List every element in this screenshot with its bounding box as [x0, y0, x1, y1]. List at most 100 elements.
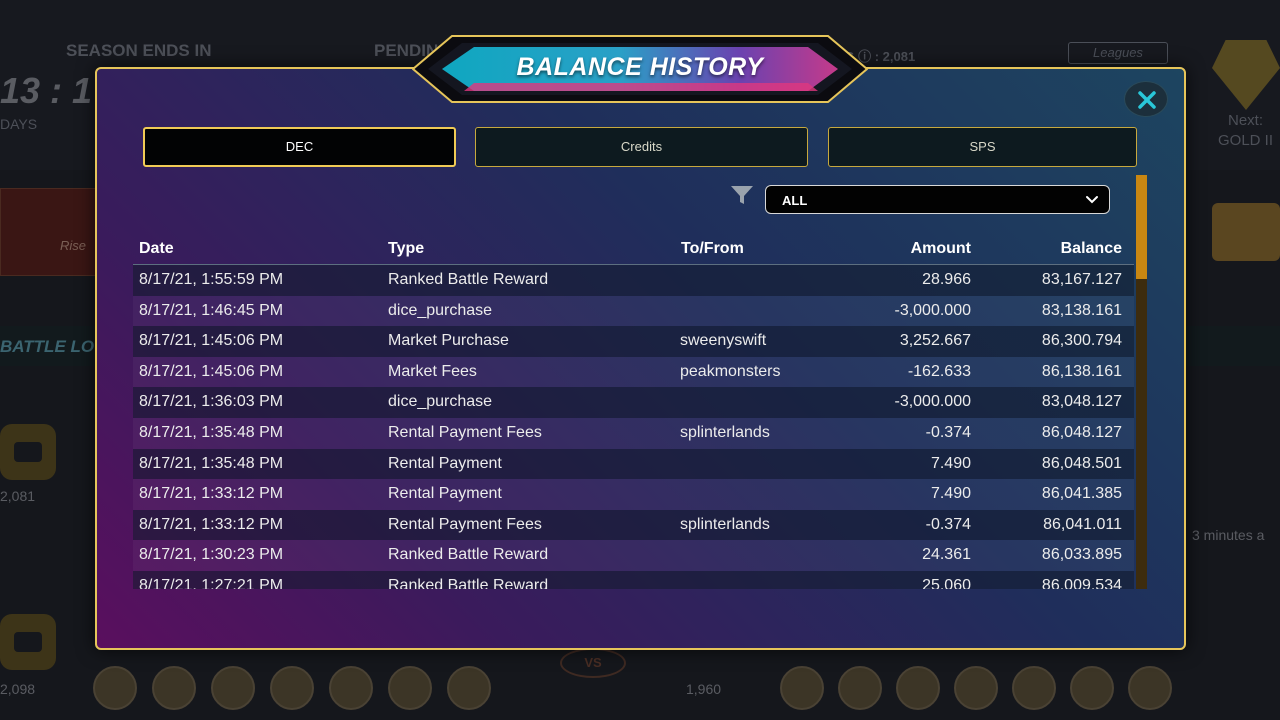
cell-balance: 86,009.534: [1041, 577, 1122, 589]
cell-type: dice_purchase: [388, 393, 493, 411]
close-icon: [1138, 91, 1156, 109]
cell-type: dice_purchase: [388, 301, 493, 319]
table-body[interactable]: 8/17/21, 1:55:59 PM Ranked Battle Reward…: [133, 265, 1134, 589]
table-row: 8/17/21, 1:55:59 PM Ranked Battle Reward…: [133, 265, 1134, 296]
cell-balance: 83,138.161: [1041, 301, 1122, 319]
cell-type: Rental Payment: [388, 454, 502, 472]
column-header-type: Type: [388, 240, 425, 257]
card-icon: [388, 666, 432, 710]
tab-dec[interactable]: DEC: [143, 127, 456, 167]
table-row: 8/17/21, 1:27:21 PM Ranked Battle Reward…: [133, 571, 1134, 589]
cell-date: 8/17/21, 1:45:06 PM: [139, 362, 284, 380]
filter-icon: [729, 183, 755, 207]
cell-date: 8/17/21, 1:45:06 PM: [139, 332, 284, 350]
player-rating: 2,098: [0, 681, 36, 697]
filter-dropdown[interactable]: ALL: [765, 185, 1110, 214]
cell-to-from: sweenyswift: [680, 332, 767, 350]
cell-type: Rental Payment Fees: [388, 515, 542, 533]
cell-balance: 86,041.011: [1043, 515, 1122, 533]
cell-balance: 86,300.794: [1041, 332, 1122, 350]
season-timer: 13 : 1: [0, 70, 93, 111]
filter-selected-value: ALL: [782, 193, 808, 208]
table-row: 8/17/21, 1:33:12 PM Rental Payment 7.490…: [133, 479, 1134, 510]
cell-date: 8/17/21, 1:33:12 PM: [139, 515, 284, 533]
cell-type: Ranked Battle Reward: [388, 577, 549, 589]
table-row: 8/17/21, 1:35:48 PM Rental Payment 7.490…: [133, 448, 1134, 480]
cell-to-from: splinterlands: [680, 515, 770, 533]
card-icon: [896, 666, 940, 710]
cell-type: Ranked Battle Reward: [388, 546, 549, 564]
cell-type: Market Purchase: [388, 332, 509, 350]
cell-balance: 83,167.127: [1041, 271, 1122, 288]
card-icon: [329, 666, 373, 710]
cell-amount: -3,000.000: [894, 393, 971, 411]
cell-amount: 7.490: [930, 454, 971, 472]
cell-amount: 7.490: [930, 485, 971, 503]
cell-balance: 86,048.501: [1041, 454, 1122, 472]
next-league-name: GOLD II: [1218, 132, 1274, 149]
player-rating: 2,081: [0, 488, 36, 504]
tab-credits[interactable]: Credits: [475, 127, 808, 167]
cell-date: 8/17/21, 1:36:03 PM: [139, 393, 284, 411]
table-row: 8/17/21, 1:45:06 PM Market Fees peakmons…: [133, 356, 1134, 388]
card-icon: [152, 666, 196, 710]
days-label: DAYS: [0, 116, 38, 132]
close-button[interactable]: [1124, 81, 1168, 117]
cell-balance: 86,048.127: [1041, 424, 1122, 441]
cell-date: 8/17/21, 1:35:48 PM: [139, 454, 284, 472]
cell-to-from: peakmonsters: [680, 362, 781, 380]
opponent-rating: 1,960: [686, 681, 722, 697]
next-league-label: Next:: [1228, 112, 1264, 129]
cell-amount: 24.361: [922, 546, 971, 564]
card-icon: [954, 666, 998, 710]
reward-chest-icon: [1212, 203, 1280, 261]
card-icon: [1012, 666, 1056, 710]
cell-date: 8/17/21, 1:35:48 PM: [139, 424, 284, 441]
column-header-to-from: To/From: [681, 240, 744, 257]
cell-balance: 86,041.385: [1041, 485, 1122, 503]
quest-text: Rise: [60, 238, 87, 253]
cell-to-from: splinterlands: [680, 424, 770, 441]
table-scrollbar[interactable]: [1136, 175, 1147, 589]
cell-date: 8/17/21, 1:33:12 PM: [139, 485, 284, 503]
cell-date: 8/17/21, 1:55:59 PM: [139, 271, 284, 288]
chevron-down-icon: [1086, 196, 1098, 204]
tab-sps[interactable]: SPS: [828, 127, 1137, 167]
column-header-balance: Balance: [1060, 240, 1122, 257]
card-icon: [1070, 666, 1114, 710]
battle-log-label: BATTLE LO: [0, 337, 95, 356]
table-header: Date Type To/From Amount Balance: [133, 238, 1134, 265]
cell-amount: -0.374: [925, 424, 971, 441]
vs-badge: VS: [560, 648, 626, 678]
table-row: 8/17/21, 1:35:48 PM Rental Payment Fees …: [133, 418, 1134, 449]
cell-type: Rental Payment Fees: [388, 424, 542, 441]
cell-type: Ranked Battle Reward: [388, 271, 549, 288]
cell-date: 8/17/21, 1:30:23 PM: [139, 546, 284, 564]
cell-amount: -162.633: [907, 362, 971, 380]
cell-type: Market Fees: [388, 362, 477, 380]
card-icon: [780, 666, 824, 710]
cell-amount: 28.966: [922, 271, 971, 288]
card-icon: [838, 666, 882, 710]
column-header-amount: Amount: [910, 240, 971, 257]
leagues-button: Leagues: [1068, 42, 1168, 64]
title-banner: BALANCE HISTORY: [412, 35, 868, 103]
table-row: 8/17/21, 1:46:45 PM dice_purchase -3,000…: [133, 295, 1134, 327]
cell-amount: -3,000.000: [894, 301, 971, 319]
cell-amount: 3,252.667: [899, 332, 971, 350]
cell-balance: 86,033.895: [1041, 546, 1122, 564]
column-header-date: Date: [139, 240, 174, 257]
table-row: 8/17/21, 1:45:06 PM Market Purchase swee…: [133, 326, 1134, 357]
cell-balance: 86,138.161: [1041, 362, 1122, 380]
player-avatar-icon: [0, 614, 56, 670]
cell-amount: -0.374: [925, 515, 971, 533]
card-icon: [1128, 666, 1172, 710]
cell-balance: 83,048.127: [1041, 393, 1122, 411]
card-icon: [93, 666, 137, 710]
modal-title: BALANCE HISTORY: [516, 53, 764, 81]
card-icon: [447, 666, 491, 710]
table-row: 8/17/21, 1:36:03 PM dice_purchase -3,000…: [133, 387, 1134, 418]
quest-panel: [0, 188, 96, 276]
card-icon: [270, 666, 314, 710]
scrollbar-thumb[interactable]: [1136, 175, 1147, 279]
